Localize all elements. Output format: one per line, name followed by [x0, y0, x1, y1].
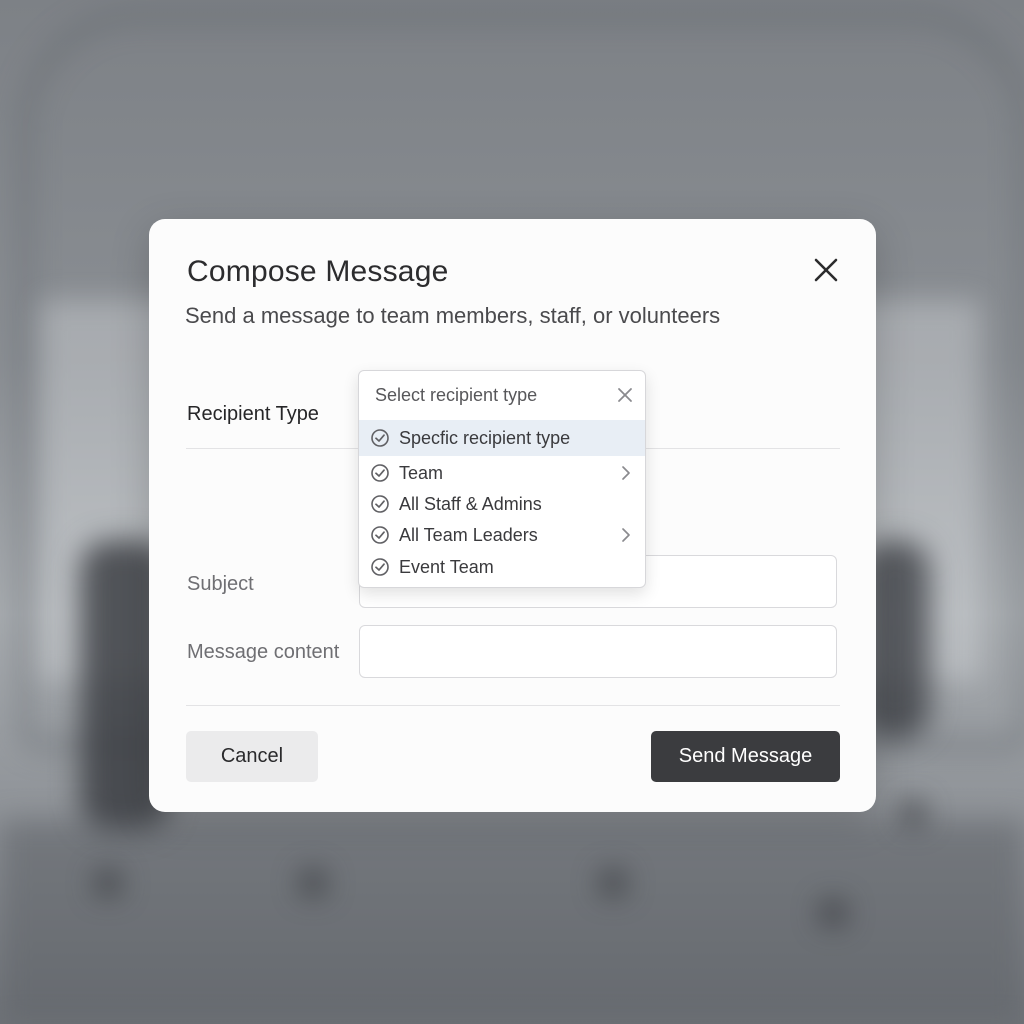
- clear-selection-button[interactable]: [615, 385, 635, 405]
- cancel-button[interactable]: Cancel: [186, 731, 318, 782]
- background-chair-wheel: [900, 800, 926, 826]
- dropdown-option-label: Specfic recipient type: [399, 428, 571, 448]
- footer-divider: [186, 705, 840, 706]
- send-message-button[interactable]: Send Message: [651, 731, 840, 782]
- dropdown-option[interactable]: Event Team: [359, 550, 645, 584]
- background-chair-wheel: [600, 870, 626, 896]
- compose-message-dialog: Compose Message Send a message to team m…: [149, 219, 876, 812]
- background-chair-wheel: [95, 870, 121, 896]
- dialog-subtitle: Send a message to team members, staff, o…: [185, 303, 721, 328]
- dialog-title: Compose Message: [187, 255, 449, 288]
- chevron-right-icon: [619, 526, 633, 544]
- dropdown-placeholder: Select recipient type: [375, 385, 538, 405]
- background-floor: [0, 820, 1024, 1024]
- close-button[interactable]: [809, 253, 843, 287]
- recipient-type-label: Recipient Type: [187, 403, 319, 425]
- clear-icon: [618, 388, 632, 402]
- message-content-input[interactable]: [359, 625, 837, 678]
- dropdown-option-label: All Staff & Admins: [399, 494, 542, 514]
- dropdown-option[interactable]: Team: [359, 456, 645, 490]
- close-icon: [814, 258, 838, 282]
- recipient-type-dropdown[interactable]: Select recipient type Specfic recipient …: [358, 370, 646, 588]
- chevron-right-icon: [619, 464, 633, 482]
- dropdown-option[interactable]: Specfic recipient type: [359, 420, 645, 456]
- check-circle-icon: [370, 428, 390, 448]
- message-content-label: Message content: [187, 641, 340, 663]
- background-chair-wheel: [820, 900, 846, 926]
- check-circle-icon: [370, 463, 390, 483]
- dropdown-option-label: All Team Leaders: [399, 525, 538, 545]
- background-chair-wheel: [300, 870, 326, 896]
- subject-label: Subject: [187, 573, 254, 595]
- dropdown-option-label: Team: [399, 463, 444, 483]
- dropdown-option-label: Event Team: [399, 557, 494, 577]
- dropdown-search[interactable]: Select recipient type: [359, 371, 645, 419]
- dropdown-option[interactable]: All Team Leaders: [359, 518, 645, 552]
- check-circle-icon: [370, 525, 390, 545]
- check-circle-icon: [370, 494, 390, 514]
- check-circle-icon: [370, 557, 390, 577]
- dropdown-option[interactable]: All Staff & Admins: [359, 487, 645, 521]
